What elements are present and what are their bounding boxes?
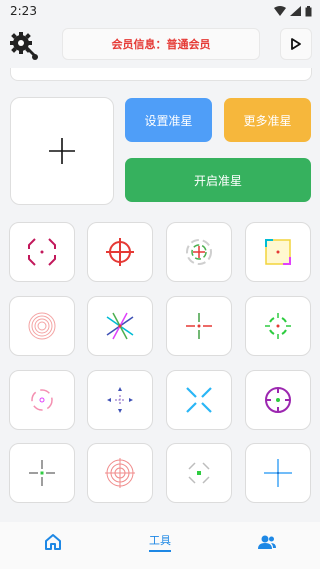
open-crosshair-button[interactable]: 开启准星 xyxy=(125,158,311,202)
crosshair-option-2[interactable] xyxy=(87,222,153,282)
crosshair-cyan-x-icon xyxy=(186,387,212,413)
crosshair-option-4[interactable] xyxy=(245,222,311,282)
member-info-text: 会员信息：普通会员 xyxy=(111,38,211,51)
status-icons xyxy=(274,5,312,17)
status-time: 2:23 xyxy=(10,4,37,18)
crosshair-option-13[interactable] xyxy=(9,443,75,503)
crosshair-circle-cross-icon xyxy=(106,238,134,266)
member-info: 会员信息：普通会员 xyxy=(62,28,260,60)
crosshair-blue-arrows-icon xyxy=(107,387,133,413)
more-crosshair-label: 更多准星 xyxy=(243,113,292,128)
nav-home[interactable] xyxy=(38,522,68,562)
crosshair-rg-plus-icon xyxy=(186,313,212,339)
status-bar: 2:23 xyxy=(0,0,320,22)
nav-tools-underline xyxy=(149,550,171,552)
crosshair-option-14[interactable] xyxy=(87,443,153,503)
crosshair-option-15[interactable] xyxy=(166,443,232,503)
crosshair-option-3[interactable] xyxy=(166,222,232,282)
wifi-icon xyxy=(274,6,286,16)
crosshair-gray-diamond-icon xyxy=(188,462,210,484)
nav-tools[interactable]: 工具 xyxy=(138,522,182,562)
settings-button[interactable] xyxy=(8,30,40,62)
crosshair-option-1[interactable] xyxy=(9,222,75,282)
crosshair-multicolor-x-icon xyxy=(106,312,134,340)
more-crosshair-button[interactable]: 更多准星 xyxy=(224,98,311,142)
home-icon xyxy=(45,534,61,550)
crosshair-rainbow-ring-icon xyxy=(186,239,212,265)
crosshair-concentric-rings-icon xyxy=(28,312,56,340)
open-crosshair-label: 开启准星 xyxy=(193,173,242,188)
crosshair-option-12[interactable] xyxy=(245,370,311,430)
crosshair-red-target-icon xyxy=(105,458,135,488)
header: 会员信息：普通会员 xyxy=(0,22,320,70)
nav-tools-label: 工具 xyxy=(149,534,171,547)
users-icon xyxy=(258,535,276,549)
plus-icon xyxy=(49,138,75,164)
nav-users[interactable] xyxy=(252,522,282,562)
crosshair-option-10[interactable] xyxy=(87,370,153,430)
crosshair-option-8[interactable] xyxy=(245,296,311,356)
crosshair-pink-circle-icon xyxy=(31,389,53,411)
crosshair-option-7[interactable] xyxy=(166,296,232,356)
crosshair-blue-thin-cross-icon xyxy=(264,459,292,487)
play-icon xyxy=(291,38,301,50)
crosshair-option-11[interactable] xyxy=(166,370,232,430)
crosshair-green-bracket-circle-icon xyxy=(265,313,291,339)
crosshair-gray-gap-cross-icon xyxy=(29,460,55,486)
set-crosshair-label: 设置准星 xyxy=(144,113,193,128)
crosshair-option-9[interactable] xyxy=(9,370,75,430)
crosshair-option-6[interactable] xyxy=(87,296,153,356)
collapsed-panel xyxy=(10,68,312,81)
add-crosshair-button[interactable] xyxy=(10,97,114,205)
crosshair-option-5[interactable] xyxy=(9,296,75,356)
crosshair-bracket-square-icon xyxy=(265,239,291,265)
crosshair-broken-octagon-icon xyxy=(28,238,56,266)
set-crosshair-button[interactable]: 设置准星 xyxy=(125,98,212,142)
crosshair-purple-circle-icon xyxy=(265,387,291,413)
bottom-nav: 工具 xyxy=(0,522,320,569)
crosshair-option-16[interactable] xyxy=(245,443,311,503)
signal-icon xyxy=(290,6,301,16)
battery-icon xyxy=(305,5,312,16)
gear-wrench-icon xyxy=(10,32,38,60)
play-button[interactable] xyxy=(280,28,312,60)
